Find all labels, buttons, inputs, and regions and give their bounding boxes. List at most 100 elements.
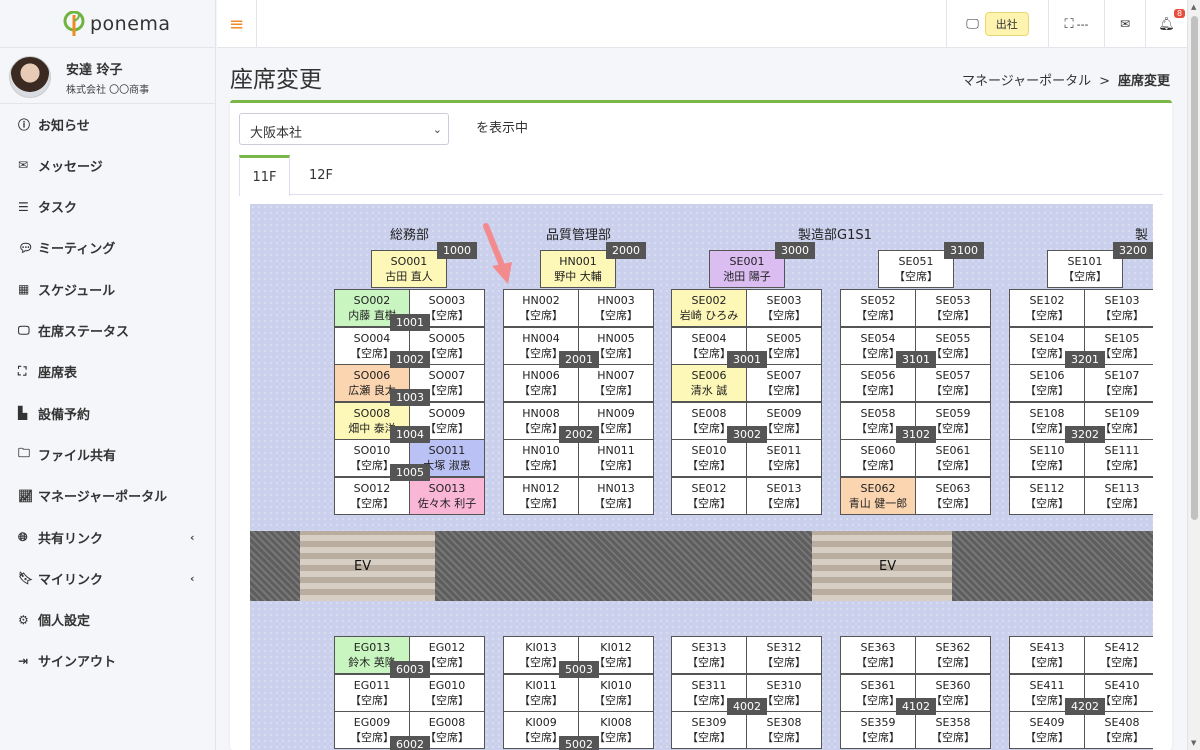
seat[interactable]: SE111 【空席】 xyxy=(1084,439,1153,477)
seat[interactable]: SE363 【空席】 xyxy=(840,636,916,674)
tab-11f[interactable]: 11F xyxy=(239,155,290,196)
seat-occupant: 【空席】 xyxy=(1025,309,1069,322)
seat-occupant: 野中 大輔 xyxy=(554,270,602,283)
seat-status[interactable]: ⛶ --- xyxy=(1048,0,1104,48)
sidebar-item-label: 共有リンク xyxy=(38,531,104,547)
seat[interactable]: SE060 【空席】 xyxy=(840,439,916,477)
seat[interactable]: HN012 【空席】 xyxy=(503,476,579,515)
sidebar-item-task-list[interactable]: ☰ タスク xyxy=(18,197,77,217)
seat[interactable]: SE011 【空席】 xyxy=(746,439,822,477)
sidebar-item-equipment[interactable]: ▙ 設備予約 xyxy=(18,403,90,423)
seat[interactable]: SE013 【空席】 xyxy=(746,476,822,515)
seat[interactable]: SE001 池田 陽子 xyxy=(709,250,785,288)
seat-occupant: 岩崎 ひろみ xyxy=(679,309,739,322)
scroll-up-icon[interactable]: ▲ xyxy=(1191,3,1196,11)
menu-toggle-icon[interactable]: ≡ xyxy=(217,0,257,48)
seat-occupant: 【空席】 xyxy=(519,459,563,472)
breadcrumb-parent-link[interactable]: マネージャーポータル xyxy=(962,74,1091,89)
sidebar-item-label: マイリンク xyxy=(38,572,104,588)
office-select[interactable]: 大阪本社 ⌄ xyxy=(239,113,449,145)
sidebar-item-bookmark[interactable]: 🔖︎ マイリンク ‹ xyxy=(18,568,195,588)
seat[interactable]: SE358 【空席】 xyxy=(915,711,991,749)
seat[interactable]: HN013 【空席】 xyxy=(578,476,654,515)
seat[interactable]: SE052 【空席】 xyxy=(840,289,916,327)
seat[interactable]: HN001 野中 大輔 xyxy=(540,250,616,288)
desk-number: 1003 xyxy=(390,388,430,406)
page-scrollbar[interactable]: ▲ ▼ xyxy=(1187,0,1200,750)
seat[interactable]: HN007 【空席】 xyxy=(578,364,654,402)
seat-code: HN007 xyxy=(597,369,635,382)
seat-occupant: 【空席】 xyxy=(1100,384,1144,397)
seat-code: SE410 xyxy=(1104,678,1140,692)
seat[interactable]: SE062 青山 健一郎 xyxy=(840,476,916,515)
seat[interactable]: SE110 【空席】 xyxy=(1009,439,1085,477)
seat[interactable]: SE308 【空席】 xyxy=(746,711,822,749)
seat[interactable]: SE051 【空席】 xyxy=(878,250,954,288)
sidebar-item-chat[interactable]: 💬︎ ミーティング xyxy=(18,238,115,258)
seat[interactable]: SE408 【空席】 xyxy=(1084,711,1153,749)
seat[interactable]: KI010 【空席】 xyxy=(578,673,654,712)
sidebar-item-globe[interactable]: 🌐︎ 共有リンク ‹ xyxy=(18,527,195,547)
seat[interactable]: KI011 【空席】 xyxy=(503,673,579,712)
seat[interactable]: SE409 【空席】 xyxy=(1009,711,1085,749)
seat[interactable]: SE107 【空席】 xyxy=(1084,364,1153,402)
seat[interactable]: HN010 【空席】 xyxy=(503,439,579,477)
seat[interactable]: SO001 古田 直人 xyxy=(371,250,447,288)
seat[interactable]: SE413 【空席】 xyxy=(1009,636,1085,674)
tab-12f[interactable]: 12F xyxy=(297,155,345,195)
seat-occupant: 池田 陽子 xyxy=(723,270,771,283)
sidebar-item-seat[interactable]: ⛶ 座席表 xyxy=(18,362,77,382)
sidebar-item-folder[interactable]: 🗀 ファイル共有 xyxy=(18,444,116,464)
seat[interactable]: SO013 佐々木 利子 xyxy=(409,476,485,515)
seat[interactable]: SE103 【空席】 xyxy=(1084,289,1153,327)
seat[interactable]: HN003 【空席】 xyxy=(578,289,654,327)
seat[interactable]: SE112 【空席】 xyxy=(1009,476,1085,515)
seat[interactable]: SE002 岩崎 ひろみ xyxy=(671,289,747,327)
seat[interactable]: SE057 【空席】 xyxy=(915,364,991,402)
seat[interactable]: SE312 【空席】 xyxy=(746,636,822,674)
seat[interactable]: SE012 【空席】 xyxy=(671,476,747,515)
seat[interactable]: SO012 【空席】 xyxy=(334,476,410,515)
seat[interactable]: HN011 【空席】 xyxy=(578,439,654,477)
seat[interactable]: SE309 【空席】 xyxy=(671,711,747,749)
seat[interactable]: SE053 【空席】 xyxy=(915,289,991,327)
seat[interactable]: SE010 【空席】 xyxy=(671,439,747,477)
desk-number: 6002 xyxy=(390,735,430,750)
seat-code: HN011 xyxy=(597,444,635,457)
notifications-button[interactable]: 🔔︎ 8 xyxy=(1145,0,1187,48)
sidebar-item-info[interactable]: ⓘ お知らせ xyxy=(18,114,90,134)
seat[interactable]: EG010 【空席】 xyxy=(409,673,485,712)
seat[interactable]: SE113 【空席】 xyxy=(1084,476,1153,515)
seat-occupant: 古田 直人 xyxy=(385,270,433,283)
seat[interactable]: SE102 【空席】 xyxy=(1009,289,1085,327)
brand[interactable]: ponema xyxy=(0,0,215,48)
checkin-button[interactable]: 出社 xyxy=(984,12,1029,36)
seat[interactable]: SE063 【空席】 xyxy=(915,476,991,515)
seat[interactable]: HN006 【空席】 xyxy=(503,364,579,402)
sidebar-item-presence[interactable]: 🖵 在席ステータス xyxy=(18,321,129,341)
seat-code: SO009 xyxy=(428,406,466,420)
seat[interactable]: SE313 【空席】 xyxy=(671,636,747,674)
seat[interactable]: SE362 【空席】 xyxy=(915,636,991,674)
sidebar-item-calendar[interactable]: ▦ スケジュール xyxy=(18,279,115,299)
scrollbar-thumb[interactable] xyxy=(1191,16,1198,520)
sidebar-item-gear[interactable]: ⚙ 個人設定 xyxy=(18,610,90,630)
seat[interactable]: SE003 【空席】 xyxy=(746,289,822,327)
seat[interactable]: SE412 【空席】 xyxy=(1084,636,1153,674)
seat[interactable]: SE006 清水 誠 xyxy=(671,364,747,402)
seat[interactable]: SE106 【空席】 xyxy=(1009,364,1085,402)
sidebar-item-sign-out[interactable]: ⇥ サインアウト xyxy=(18,651,116,671)
seat[interactable]: SE101 【空席】 xyxy=(1047,250,1123,288)
scroll-down-icon[interactable]: ▼ xyxy=(1191,739,1196,747)
seat[interactable]: SE061 【空席】 xyxy=(915,439,991,477)
messages-button[interactable]: ✉ xyxy=(1104,0,1145,48)
seat[interactable]: SE056 【空席】 xyxy=(840,364,916,402)
seat[interactable]: HN002 【空席】 xyxy=(503,289,579,327)
seat[interactable]: EG011 【空席】 xyxy=(334,673,410,712)
seat-code: HN008 xyxy=(522,406,560,420)
user-panel[interactable]: 安達 玲子 株式会社 〇〇商事 xyxy=(0,48,215,104)
sidebar-item-chart[interactable]: 📈︎ マネージャーポータル xyxy=(18,486,167,506)
sidebar-item-mail[interactable]: ✉ メッセージ xyxy=(18,155,103,175)
seat[interactable]: SE007 【空席】 xyxy=(746,364,822,402)
seat[interactable]: SE359 【空席】 xyxy=(840,711,916,749)
